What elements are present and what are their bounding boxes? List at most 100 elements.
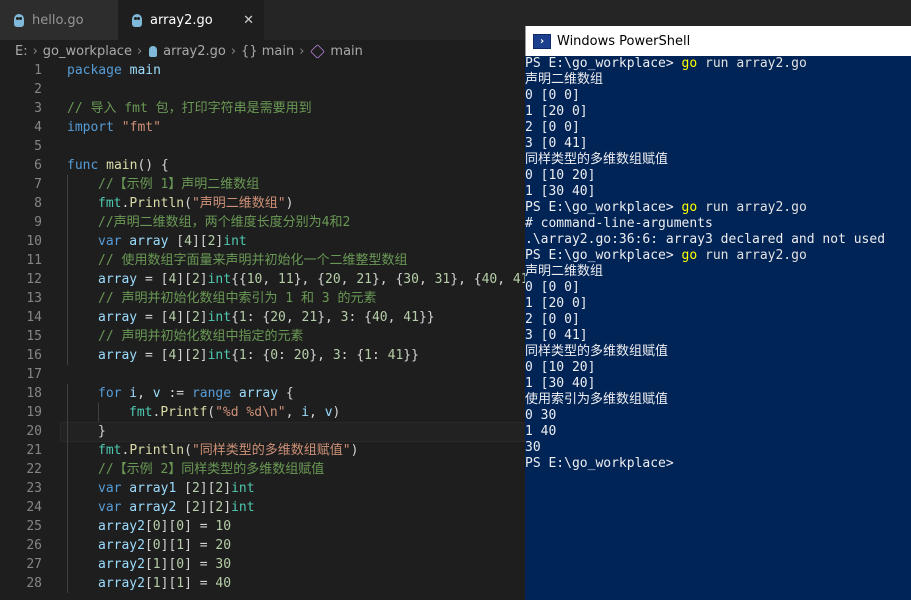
code-token: , [137, 386, 153, 401]
line-number: 24 [26, 500, 42, 515]
code-text: array = [4][2]int{{10, 11}, {20, 21}, {3… [98, 270, 544, 289]
prompt: PS E:\go_workplace> [525, 200, 682, 215]
terminal-output-line: 同样类型的多维数组赋值 [525, 152, 669, 167]
prompt: PS E:\go_workplace> [525, 56, 682, 71]
indent-guide [67, 346, 68, 365]
breadcrumb-drive[interactable]: E: [15, 44, 28, 59]
code-token: }, { [371, 272, 404, 287]
code-token: 40 [215, 576, 232, 591]
code-token: 2 [191, 310, 200, 325]
code-token: ][ [160, 576, 177, 591]
code-token: ] [199, 310, 208, 325]
code-token: Printf [160, 405, 208, 420]
breadcrumb-file[interactable]: array2.go [163, 44, 226, 59]
code-token: {{ [231, 272, 247, 287]
tab-hello-go[interactable]: hello.go [0, 0, 118, 40]
code-token: ] [223, 500, 232, 515]
tab-label: array2.go [150, 12, 213, 28]
code-token: }} [403, 348, 419, 363]
code-token: array [121, 234, 169, 249]
command: go [681, 56, 698, 71]
code-token: = [ [137, 348, 169, 363]
terminal-output-line: 2 [0 0] [525, 120, 580, 135]
line-number: 17 [26, 367, 42, 382]
code-token: array [98, 272, 138, 287]
code-token: , [418, 272, 435, 287]
terminal-output-line: 1 [30 40] [525, 184, 596, 199]
breadcrumb-folder[interactable]: go_workplace [43, 44, 132, 59]
code-text: func main() { [67, 156, 169, 175]
code-token: 30 [403, 272, 419, 287]
prompt: PS E:\go_workplace> [525, 456, 674, 471]
indent-guide [67, 308, 68, 327]
terminal-output-line: .\array2.go:36:6: array3 declared and no… [525, 232, 886, 247]
code-comment: //声明二维数组，两个维度长度分别为4和2 [98, 215, 351, 230]
line-number: 10 [26, 234, 42, 249]
code-text: //【示例 1】声明二维数组 [98, 175, 259, 194]
indent-guide [67, 517, 68, 536]
code-token: ][ [191, 234, 208, 249]
code-text: //声明二维数组，两个维度长度分别为4和2 [98, 213, 350, 232]
code-text: // 使用数组字面量来声明并初始化一个二维整型数组 [98, 251, 407, 270]
line-number: 2 [34, 82, 42, 97]
code-token: package [67, 63, 122, 78]
code-token: 10 [215, 519, 232, 534]
code-token: fmt [98, 443, 122, 458]
terminal-output-line: 同样类型的多维数组赋值 [525, 344, 669, 359]
powershell-icon: › [533, 33, 551, 49]
line-number: 6 [34, 158, 42, 173]
line-number: 25 [26, 519, 42, 534]
line-number: 13 [26, 291, 42, 306]
code-comment: //【示例 1】声明二维数组 [98, 177, 260, 192]
code-token: ][ [160, 557, 177, 572]
powershell-window[interactable]: › Windows PowerShell PS E:\go_workplace>… [525, 26, 911, 600]
indent-guide [67, 555, 68, 574]
terminal-output-line: 3 [0 41] [525, 136, 588, 151]
code-token: , [387, 310, 404, 325]
code-token: () { [137, 158, 169, 173]
code-token: = [ [137, 310, 169, 325]
indent-guide [67, 460, 68, 479]
line-number: 16 [26, 348, 42, 363]
code-token: 30 [215, 557, 232, 572]
code-token: [ [176, 481, 192, 496]
function-cube-icon [310, 43, 326, 59]
code-token: 40 [481, 272, 498, 287]
terminal-prompt-line: PS E:\go_workplace> go run array2.go [525, 200, 911, 216]
code-token: array [98, 348, 138, 363]
terminal-output-line: 1 [20 0] [525, 296, 588, 311]
code-token: }, [317, 310, 341, 325]
code-text: fmt.Println("声明二维数组") [98, 194, 293, 213]
code-token: 3 [332, 348, 341, 363]
terminal-output-line: 使用索引为多维数组赋值 [525, 392, 669, 407]
breadcrumb-function[interactable]: main [330, 44, 362, 59]
breadcrumb-package[interactable]: {} main [241, 44, 294, 59]
terminal-output-line: 3 [0 41] [525, 328, 588, 343]
terminal-output-line: 0 [0 0] [525, 88, 580, 103]
code-token: 0 [176, 557, 185, 572]
code-text: // 导入 fmt 包，打印字符串是需要用到 [67, 99, 312, 118]
line-number: 26 [26, 538, 42, 553]
code-token: import [67, 120, 114, 135]
code-token: var [98, 481, 122, 496]
code-token: , [340, 272, 357, 287]
code-token: ][ [199, 500, 216, 515]
line-number: 3 [34, 101, 42, 116]
code-token: : [371, 348, 388, 363]
powershell-titlebar[interactable]: › Windows PowerShell [525, 26, 911, 56]
code-token: 20 [325, 272, 341, 287]
code-token: 1 [152, 576, 161, 591]
close-icon[interactable]: ✕ [243, 13, 254, 28]
code-text: array2[1][0] = 30 [98, 555, 231, 574]
line-number: 4 [34, 120, 42, 135]
code-token: ] = [184, 557, 216, 572]
code-token: "fmt" [113, 120, 161, 135]
code-token: , [285, 310, 302, 325]
code-token: v [324, 405, 333, 420]
terminal-output[interactable]: PS E:\go_workplace> go run array2.go 声明二维… [525, 56, 911, 600]
code-token: 3 [340, 310, 349, 325]
code-token: "声明二维数组" [191, 196, 286, 211]
code-token: }, { [293, 272, 326, 287]
tab-array2-go[interactable]: array2.go ✕ [118, 0, 264, 40]
code-token: array1 [121, 481, 177, 496]
